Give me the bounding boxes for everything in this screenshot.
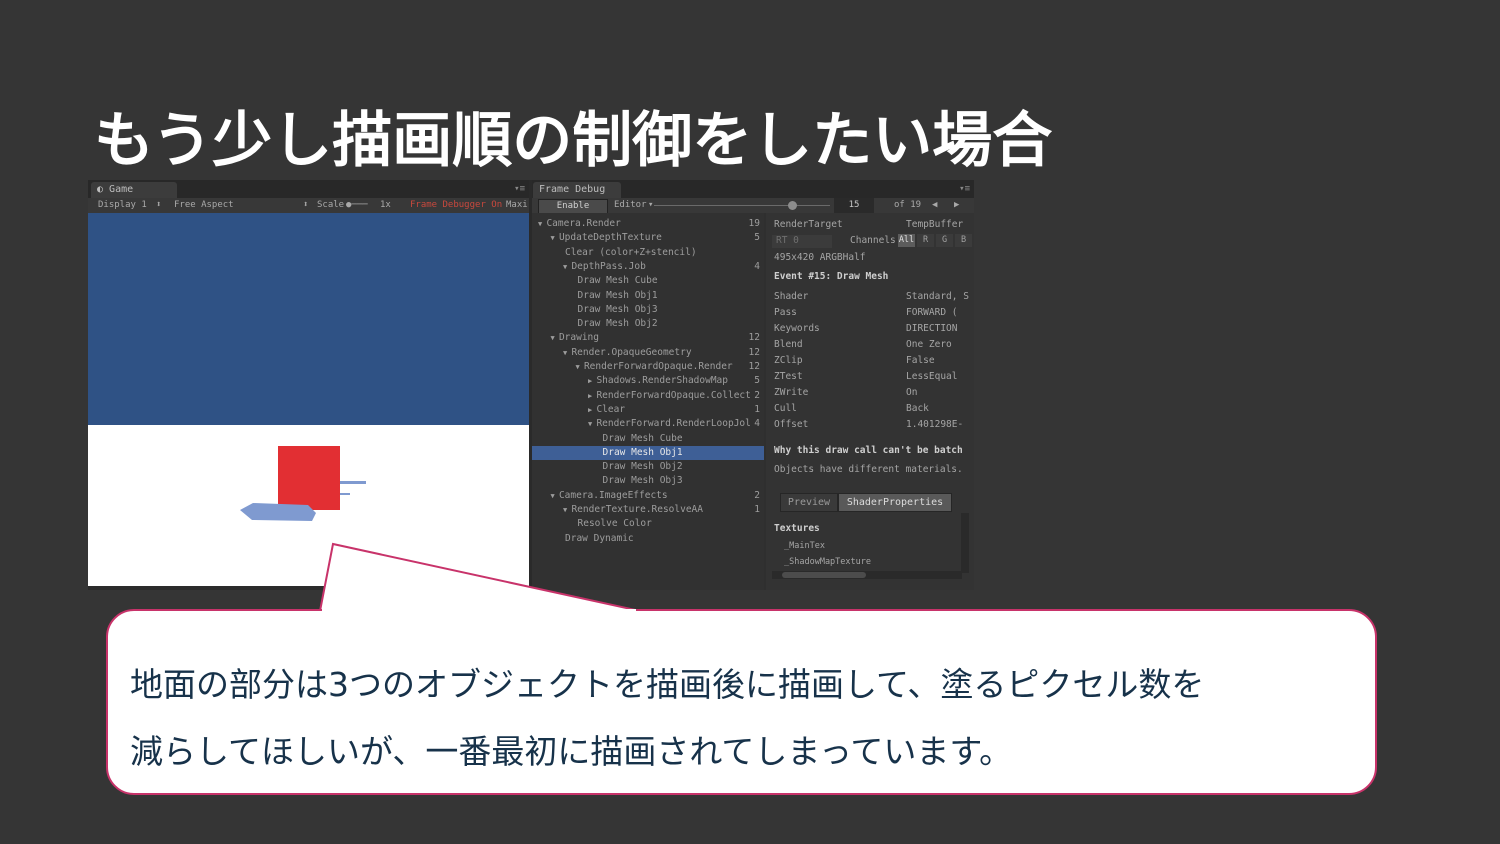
callout-line-1: 地面の部分は3つのオブジェクトを描画後に描画して、塗るピクセル数を — [130, 665, 1205, 704]
callout-box: 地面の部分は3つのオブジェクトを描画後に描画して、塗るピクセル数を 減らしてほし… — [106, 609, 1377, 795]
callout-pointer-shape — [318, 542, 641, 612]
callout-line-2: 減らしてほしいが、一番最初に描画されてしまっています。 — [130, 732, 1013, 771]
callout-text: 地面の部分は3つのオブジェクトを描画後に描画して、塗るピクセル数を 減らしてほし… — [130, 651, 1204, 785]
